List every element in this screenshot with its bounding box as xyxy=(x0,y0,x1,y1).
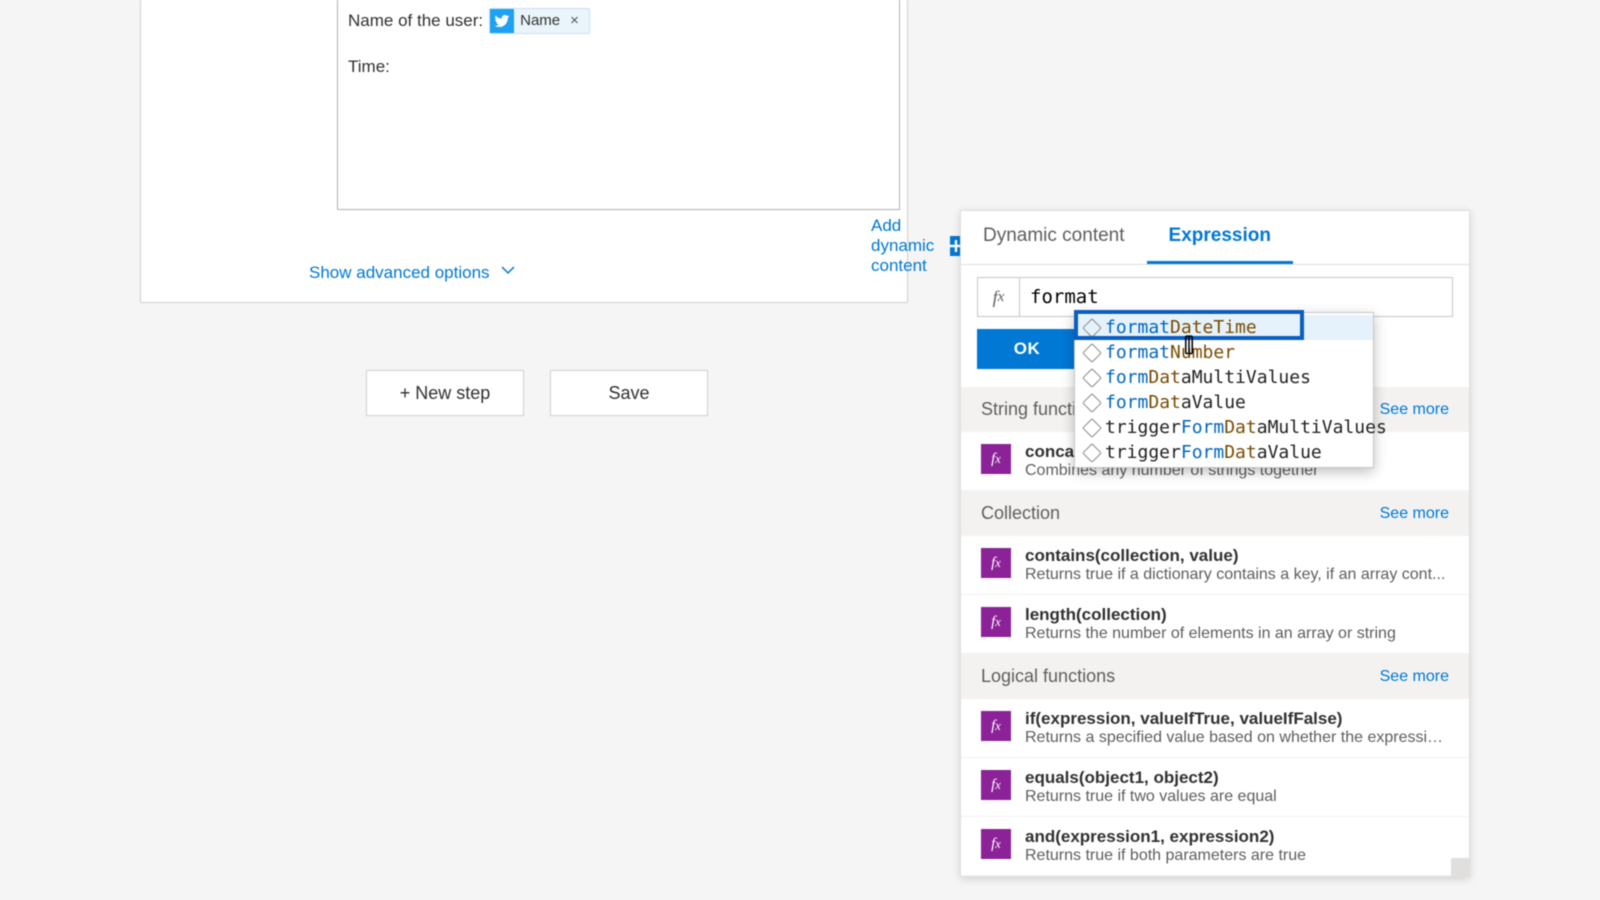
fx-icon: fx xyxy=(981,770,1011,800)
panel-tabs: Dynamic content Expression xyxy=(961,211,1469,265)
fx-icon: fx xyxy=(981,711,1011,741)
category-logical-functions: Logical functions See more xyxy=(961,654,1469,699)
fx-icon: fx xyxy=(981,444,1011,474)
scrollbar[interactable] xyxy=(1451,858,1469,876)
autocomplete-popup: formatDateTimeformatNumberformDataMultiV… xyxy=(1074,312,1374,468)
new-step-button[interactable]: + New step xyxy=(366,370,524,416)
method-icon xyxy=(1082,368,1102,388)
method-icon xyxy=(1082,343,1102,363)
save-button[interactable]: Save xyxy=(550,370,708,416)
tab-expression[interactable]: Expression xyxy=(1147,211,1293,264)
twitter-icon xyxy=(490,9,514,33)
category-collection: Collection See more xyxy=(961,491,1469,536)
fn-if[interactable]: fx if(expression, valueIfTrue, valueIfFa… xyxy=(961,699,1469,758)
tab-dynamic-content[interactable]: Dynamic content xyxy=(961,211,1147,264)
autocomplete-item[interactable]: formDataValue xyxy=(1075,390,1373,415)
method-icon xyxy=(1082,418,1102,438)
chevron-down-icon xyxy=(500,262,516,283)
show-advanced-options[interactable]: Show advanced options xyxy=(309,262,516,283)
method-icon xyxy=(1082,318,1102,338)
see-more-link[interactable]: See more xyxy=(1380,505,1449,523)
ok-button[interactable]: OK xyxy=(977,329,1077,369)
fn-equals[interactable]: fx equals(object1, object2) Returns true… xyxy=(961,758,1469,817)
autocomplete-item[interactable]: formDataMultiValues xyxy=(1075,365,1373,390)
compose-text-line2: Time: xyxy=(348,54,889,80)
expression-panel: Dynamic content Expression fx OK String … xyxy=(960,210,1470,877)
see-more-link[interactable]: See more xyxy=(1380,668,1449,686)
autocomplete-item[interactable]: triggerFormDataValue xyxy=(1075,440,1373,465)
fx-icon: fx xyxy=(981,829,1011,859)
fx-icon: fx xyxy=(977,277,1019,317)
dynamic-token-label: Name xyxy=(520,8,560,34)
autocomplete-item[interactable]: formatNumber xyxy=(1075,340,1373,365)
fn-and[interactable]: fx and(expression1, expression2) Returns… xyxy=(961,817,1469,876)
method-icon xyxy=(1082,393,1102,413)
fx-icon: fx xyxy=(981,607,1011,637)
add-dynamic-content-link[interactable]: Add dynamic content xyxy=(871,216,962,276)
compose-text-line1: Name of the user: xyxy=(348,8,483,34)
method-icon xyxy=(1082,443,1102,463)
autocomplete-item[interactable]: triggerFormDataMultiValues xyxy=(1075,415,1373,440)
fn-contains[interactable]: fx contains(collection, value) Returns t… xyxy=(961,536,1469,595)
autocomplete-item[interactable]: formatDateTime xyxy=(1075,315,1373,340)
flow-action-card: Name of the user: Name × Time: Add dynam… xyxy=(140,0,908,303)
close-icon[interactable]: × xyxy=(566,8,583,34)
expression-input[interactable] xyxy=(1019,277,1453,317)
compose-textarea[interactable]: Name of the user: Name × Time: xyxy=(337,0,900,210)
see-more-link[interactable]: See more xyxy=(1380,401,1449,419)
fn-length[interactable]: fx length(collection) Returns the number… xyxy=(961,595,1469,654)
dynamic-token-name[interactable]: Name × xyxy=(489,8,590,34)
fx-icon: fx xyxy=(981,548,1011,578)
